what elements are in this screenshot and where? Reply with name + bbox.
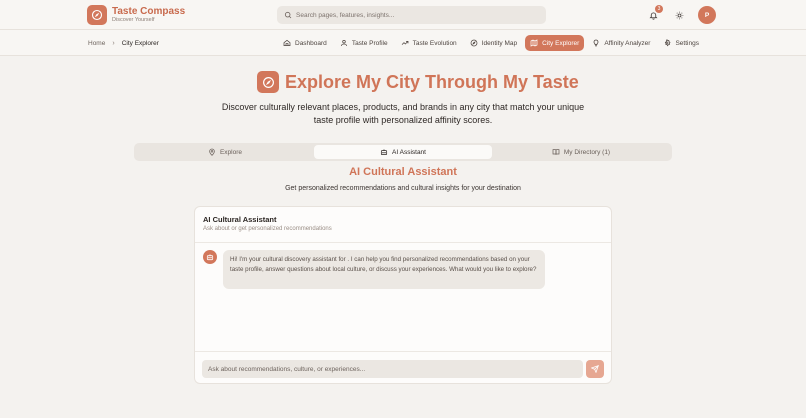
chevron-right-icon: › (112, 39, 115, 47)
trending-up-icon (401, 40, 408, 45)
main-nav: Dashboard Taste Profile Taste Evolution … (278, 35, 707, 51)
tab-label: Explore (219, 148, 243, 156)
home-icon (283, 39, 291, 47)
send-icon (591, 365, 599, 373)
breadcrumb: Home › City Explorer (88, 30, 159, 56)
top-bar: Taste Compass Discover Yourself 3 P (0, 0, 806, 30)
compass-icon (470, 39, 478, 47)
search-input[interactable] (296, 11, 536, 19)
breadcrumb-home[interactable]: Home (88, 40, 105, 47)
assistant-message: Hi! I'm your cultural discovery assistan… (223, 250, 545, 289)
nav-item-city-explorer[interactable]: City Explorer (525, 35, 585, 51)
compass-hero-icon (257, 71, 279, 93)
user-avatar[interactable]: P (698, 6, 716, 24)
nav-item-label: Taste Evolution (412, 39, 457, 47)
sun-icon (675, 11, 683, 19)
bot-avatar-icon (203, 250, 217, 264)
lightbulb-icon (593, 39, 599, 47)
nav-item-taste-evolution[interactable]: Taste Evolution (396, 35, 462, 51)
gear-icon (665, 39, 671, 47)
tab-my-directory[interactable]: My Directory (1) (492, 145, 670, 159)
chat-input[interactable] (202, 360, 583, 378)
nav-item-label: Identity Map (481, 39, 518, 47)
chat-card-title: AI Cultural Assistant (203, 215, 277, 224)
nav-item-affinity-analyzer[interactable]: Affinity Analyzer (587, 35, 655, 51)
search-icon (284, 11, 292, 19)
map-pin-icon (209, 148, 215, 156)
chat-card-header: AI Cultural Assistant Ask about or get p… (195, 207, 611, 243)
brand-title[interactable]: Taste Compass (112, 6, 185, 17)
nav-item-label: Affinity Analyzer (604, 39, 651, 47)
section-title: AI Cultural Assistant (349, 166, 457, 178)
nav-item-label: Settings (675, 39, 699, 47)
page-title: Explore My City Through My Taste (285, 72, 579, 92)
map-icon (530, 39, 538, 47)
section-subtitle: Get personalized recommendations and cul… (285, 185, 521, 192)
chat-card-subtitle: Ask about or get personalized recommenda… (203, 226, 332, 232)
nav-item-label: Taste Profile (351, 39, 388, 47)
nav-item-identity-map[interactable]: Identity Map (465, 35, 522, 51)
notification-badge: 3 (655, 5, 663, 13)
nav-item-label: City Explorer (542, 39, 580, 47)
bot-icon (380, 149, 388, 156)
explorer-tabs: Explore AI Assistant My Directory (1) (134, 143, 672, 161)
nav-bar: Home › City Explorer Dashboard Taste Pro… (0, 30, 806, 56)
tab-label: My Directory (1) (563, 148, 611, 156)
nav-item-label: Dashboard (295, 39, 327, 47)
nav-item-taste-profile[interactable]: Taste Profile (335, 35, 393, 51)
theme-toggle-button[interactable] (673, 9, 685, 21)
book-icon (552, 149, 560, 155)
tab-explore[interactable]: Explore (136, 145, 314, 159)
breadcrumb-current: City Explorer (121, 39, 159, 47)
tab-ai-assistant[interactable]: AI Assistant (314, 145, 492, 159)
tab-label: AI Assistant (392, 148, 426, 156)
compass-logo-icon[interactable] (87, 5, 107, 25)
send-button[interactable] (586, 360, 604, 378)
user-icon (340, 39, 347, 47)
nav-item-settings[interactable]: Settings (658, 35, 704, 51)
brand-subtitle: Discover Yourself (112, 17, 155, 23)
search-bar[interactable] (277, 6, 546, 24)
nav-item-dashboard[interactable]: Dashboard (278, 35, 332, 51)
chat-input-bar (195, 351, 611, 384)
page-description: Discover culturally relevant places, pro… (221, 102, 585, 125)
chat-card: AI Cultural Assistant Ask about or get p… (194, 206, 612, 384)
